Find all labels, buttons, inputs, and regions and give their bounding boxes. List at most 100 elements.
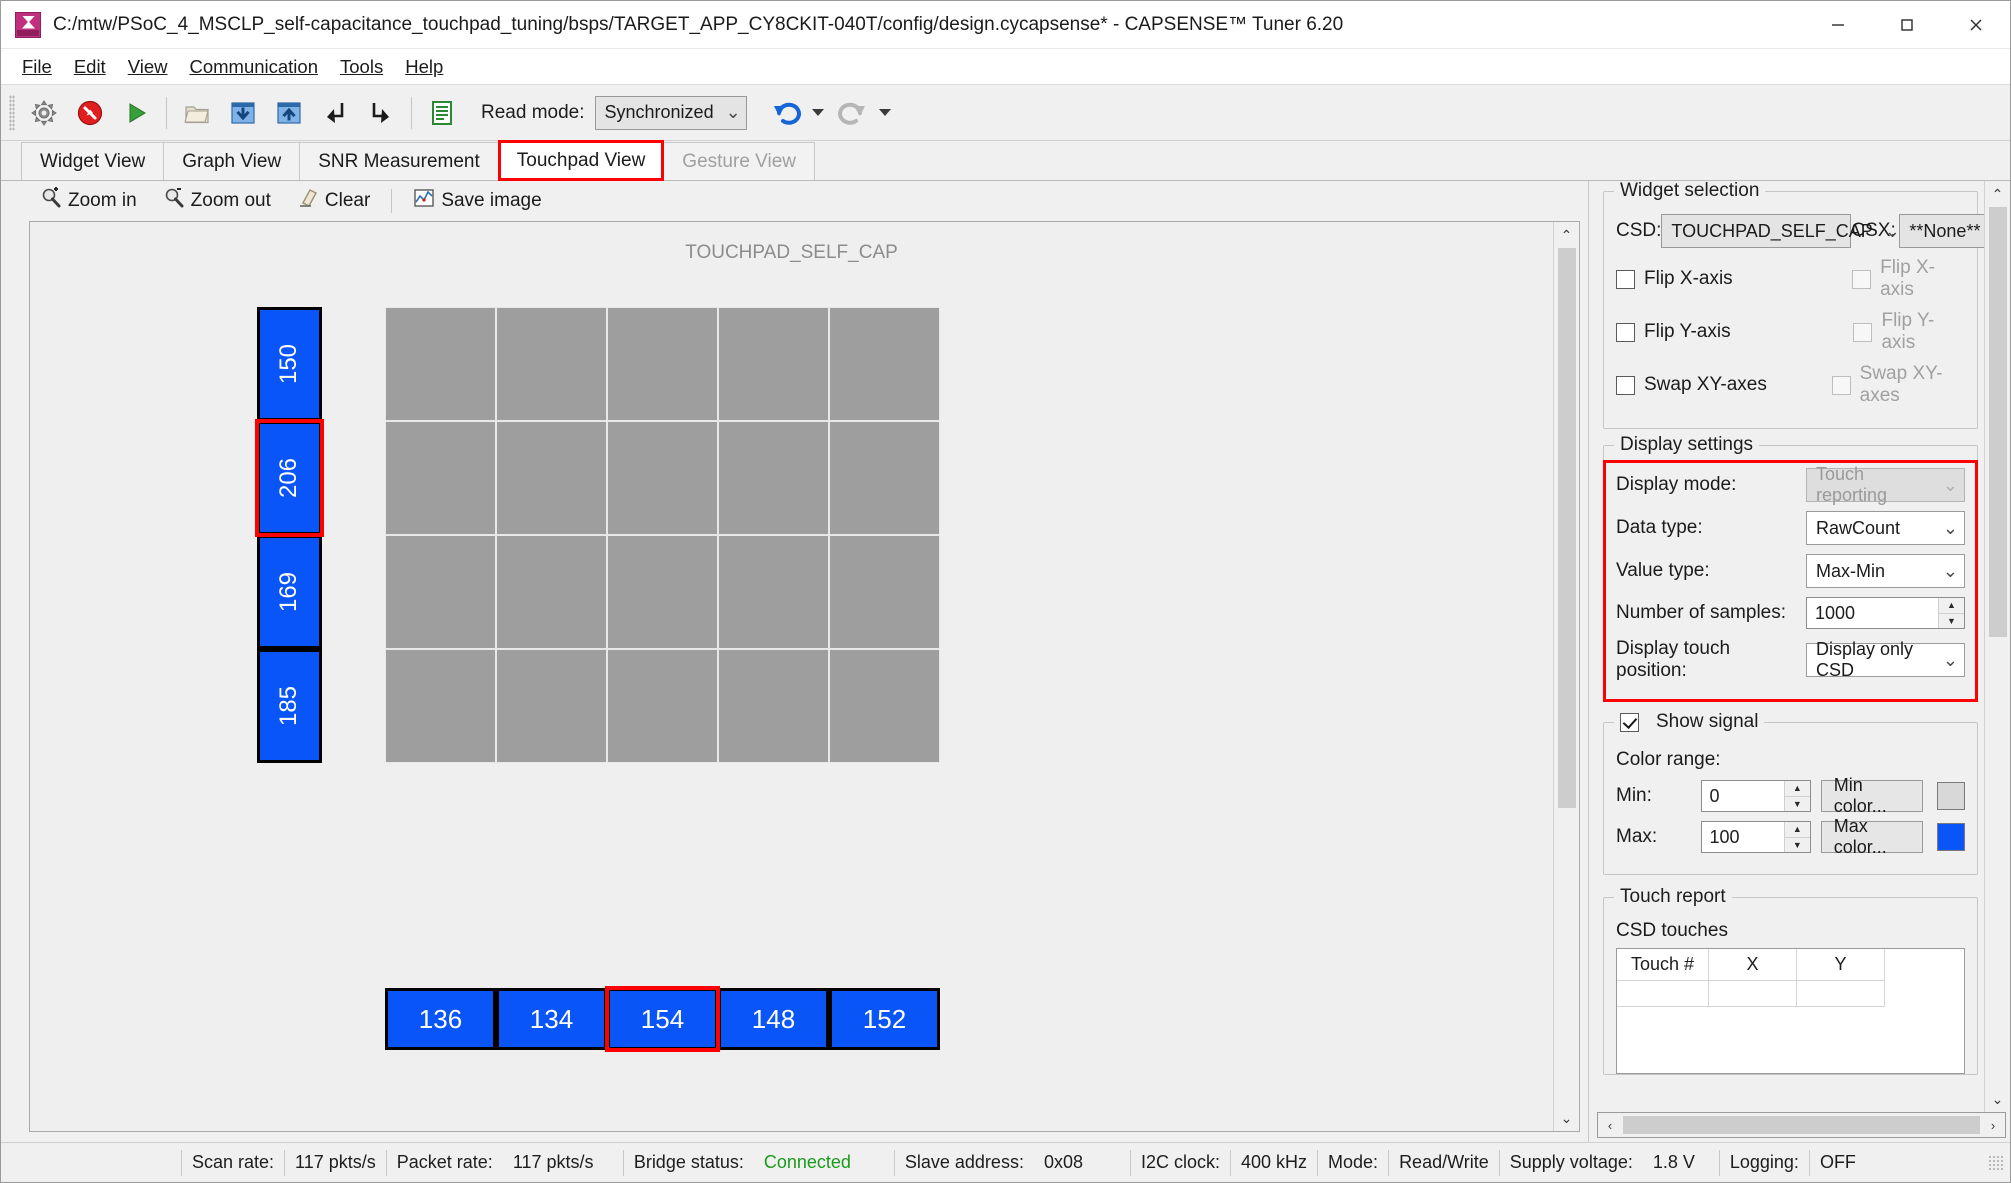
undo-dropdown-icon[interactable] xyxy=(811,109,824,116)
grid-cell-r1c3[interactable] xyxy=(718,421,829,535)
csx-flip-x-checkbox[interactable]: Flip X-axis xyxy=(1852,257,1965,301)
grid-cell-r2c0[interactable] xyxy=(385,535,496,649)
scroll-down-icon[interactable]: ⌄ xyxy=(1985,1086,2011,1112)
read-from-device-icon[interactable] xyxy=(268,92,310,134)
scroll-thumb[interactable] xyxy=(1557,248,1576,808)
redo-dropdown-icon[interactable] xyxy=(878,109,891,116)
grid-cell-r2c1[interactable] xyxy=(496,535,607,649)
grid-cell-r1c0[interactable] xyxy=(385,421,496,535)
grid-cell-r2c2[interactable] xyxy=(607,535,718,649)
scroll-up-icon[interactable]: ⌃ xyxy=(1554,222,1580,248)
data-type-select[interactable]: RawCount ⌄ xyxy=(1806,511,1965,545)
csd-touches-table[interactable]: Touch # X Y xyxy=(1616,948,1965,1074)
minimize-button[interactable] xyxy=(1803,1,1872,49)
grid-cell-r3c2[interactable] xyxy=(607,649,718,763)
grid-cell-r0c0[interactable] xyxy=(385,307,496,421)
show-signal-checkbox[interactable] xyxy=(1620,712,1639,732)
grid-cell-r3c4[interactable] xyxy=(829,649,940,763)
clear-button[interactable]: Clear xyxy=(286,182,381,220)
spinner-up-icon[interactable]: ▲ xyxy=(1939,598,1964,613)
touchpad-canvas[interactable]: TOUCHPAD_SELF_CAP 150 206 169 185 136 13… xyxy=(30,222,1553,1131)
log-icon[interactable] xyxy=(421,92,463,134)
grid-cell-r1c1[interactable] xyxy=(496,421,607,535)
tab-graph-view[interactable]: Graph View xyxy=(163,142,301,180)
spinner-down-icon[interactable]: ▼ xyxy=(1784,836,1810,852)
zoom-out-button[interactable]: Zoom out xyxy=(152,182,282,220)
number-of-samples-input[interactable]: 1000 ▲ ▼ xyxy=(1806,597,1965,629)
configure-widgets-icon[interactable] xyxy=(23,92,65,134)
x-sensor-bar-4[interactable]: 152 xyxy=(829,988,940,1050)
csd-flip-x-checkbox[interactable]: Flip X-axis xyxy=(1616,268,1852,290)
scroll-thumb[interactable] xyxy=(1623,1116,1980,1134)
export-icon[interactable] xyxy=(360,92,402,134)
y-sensor-bar-2[interactable]: 169 xyxy=(257,535,322,649)
settings-horizontal-scrollbar[interactable]: ‹ › xyxy=(1597,1112,2006,1138)
grid-cell-r3c1[interactable] xyxy=(496,649,607,763)
menu-tools[interactable]: Tools xyxy=(329,52,394,82)
scroll-left-icon[interactable]: ‹ xyxy=(1598,1113,1622,1137)
tab-gesture-view[interactable]: Gesture View xyxy=(663,142,815,180)
x-sensor-bar-1[interactable]: 134 xyxy=(496,988,607,1050)
menu-communication[interactable]: Communication xyxy=(178,52,329,82)
scroll-thumb[interactable] xyxy=(1988,207,2007,637)
resize-grip-icon[interactable] xyxy=(1988,1154,2004,1171)
grid-cell-r2c3[interactable] xyxy=(718,535,829,649)
csd-swap-xy-checkbox[interactable]: Swap XY-axes xyxy=(1616,374,1832,396)
scroll-up-icon[interactable]: ⌃ xyxy=(1985,181,2011,207)
menu-edit[interactable]: Edit xyxy=(63,52,117,82)
x-sensor-bar-2[interactable]: 154 xyxy=(605,986,720,1052)
tab-snr-measurement[interactable]: SNR Measurement xyxy=(299,142,499,180)
zoom-in-button[interactable]: Zoom in xyxy=(29,182,148,220)
scroll-right-icon[interactable]: › xyxy=(1981,1113,2005,1137)
value-type-select[interactable]: Max-Min ⌄ xyxy=(1806,554,1965,588)
spinner-up-icon[interactable]: ▲ xyxy=(1784,781,1810,796)
grid-cell-r0c3[interactable] xyxy=(718,307,829,421)
display-mode-select[interactable]: Touch reporting ⌄ xyxy=(1806,464,1965,505)
grid-cell-r3c0[interactable] xyxy=(385,649,496,763)
menu-file[interactable]: File xyxy=(11,52,63,82)
tab-touchpad-view[interactable]: Touchpad View xyxy=(497,140,665,181)
y-sensor-bar-3[interactable]: 185 xyxy=(257,649,322,763)
csx-flip-y-checkbox[interactable]: Flip Y-axis xyxy=(1853,310,1965,354)
scroll-track[interactable] xyxy=(1989,637,2007,1086)
settings-vertical-scrollbar[interactable]: ⌃ ⌄ xyxy=(1984,181,2010,1112)
menu-view[interactable]: View xyxy=(117,52,179,82)
y-sensor-bar-0[interactable]: 150 xyxy=(257,307,322,421)
grid-cell-r0c1[interactable] xyxy=(496,307,607,421)
spinner-down-icon[interactable]: ▼ xyxy=(1939,612,1964,628)
grid-cell-r2c4[interactable] xyxy=(829,535,940,649)
min-value-input[interactable]: 0 ▲ ▼ xyxy=(1700,780,1811,812)
undo-icon[interactable] xyxy=(765,92,807,134)
x-sensor-bar-0[interactable]: 136 xyxy=(385,988,496,1050)
grid-cell-r1c2[interactable] xyxy=(607,421,718,535)
maximize-button[interactable] xyxy=(1872,1,1941,49)
canvas-vertical-scrollbar[interactable]: ⌃ ⌄ xyxy=(1553,222,1579,1131)
save-image-button[interactable]: Save image xyxy=(402,182,552,220)
close-button[interactable] xyxy=(1941,1,2010,49)
max-value-input[interactable]: 100 ▲ ▼ xyxy=(1700,821,1811,853)
csd-flip-y-checkbox[interactable]: Flip Y-axis xyxy=(1616,321,1853,343)
show-signal-legend-wrap[interactable]: Show signal xyxy=(1614,711,1765,733)
grid-cell-r3c3[interactable] xyxy=(718,649,829,763)
spinner-up-icon[interactable]: ▲ xyxy=(1784,822,1810,837)
y-sensor-bar-1[interactable]: 206 xyxy=(255,419,324,537)
csx-widget-select[interactable]: **None** ⌄ xyxy=(1899,214,1984,248)
grid-cell-r0c2[interactable] xyxy=(607,307,718,421)
csx-swap-xy-checkbox[interactable]: Swap XY-axes xyxy=(1831,363,1965,407)
menu-help[interactable]: Help xyxy=(394,52,454,82)
start-icon[interactable] xyxy=(115,92,157,134)
max-color-button[interactable]: Max color... xyxy=(1820,816,1924,857)
scroll-down-icon[interactable]: ⌄ xyxy=(1554,1105,1580,1131)
min-color-button[interactable]: Min color... xyxy=(1820,775,1924,816)
grid-cell-r0c4[interactable] xyxy=(829,307,940,421)
spinner-down-icon[interactable]: ▼ xyxy=(1784,795,1810,811)
tab-widget-view[interactable]: Widget View xyxy=(21,142,165,180)
grid-cell-r1c4[interactable] xyxy=(829,421,940,535)
scroll-track[interactable] xyxy=(1558,808,1576,1105)
x-sensor-bar-3[interactable]: 148 xyxy=(718,988,829,1050)
open-file-icon[interactable] xyxy=(176,92,218,134)
import-icon[interactable] xyxy=(314,92,356,134)
apply-to-device-icon[interactable] xyxy=(222,92,264,134)
redo-icon[interactable] xyxy=(832,92,874,134)
toolbar-grip[interactable] xyxy=(9,94,15,131)
